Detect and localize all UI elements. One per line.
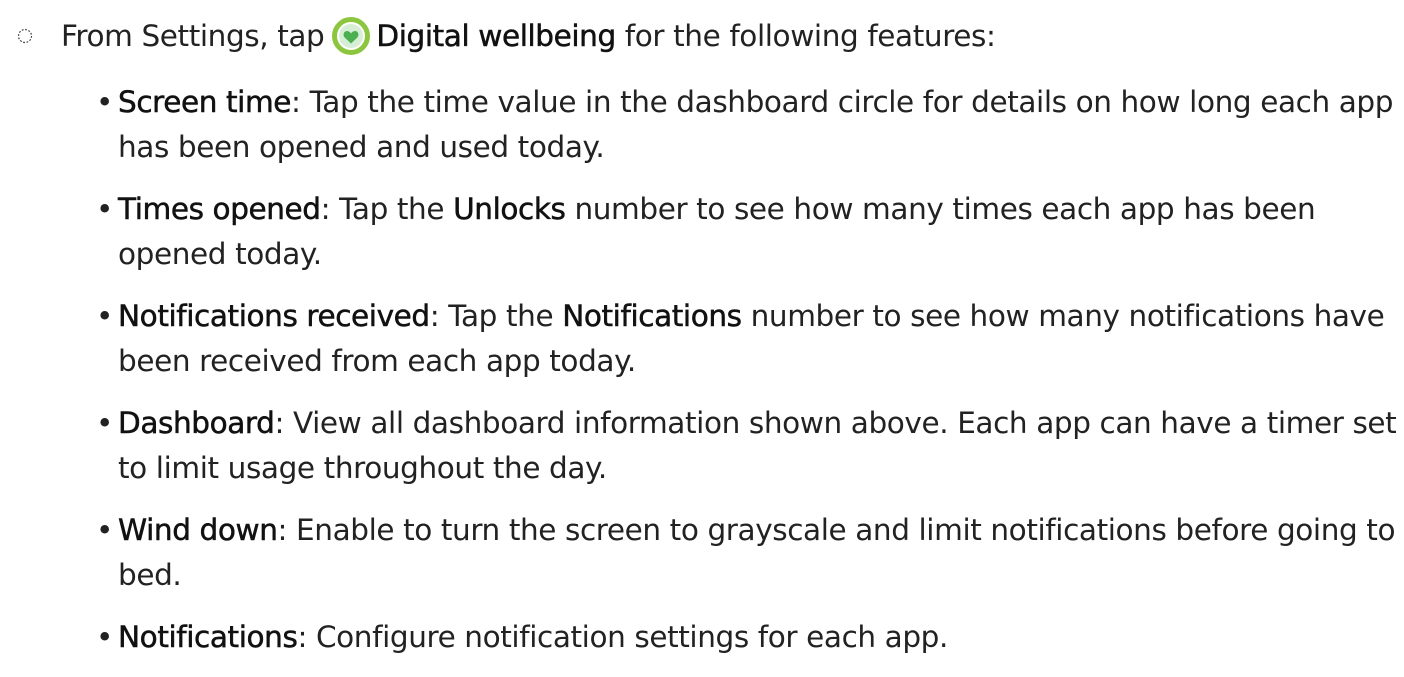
- document-page: From Settings, tap Digital wellbeing for…: [0, 0, 1404, 675]
- feature-term: Wind down: [118, 513, 278, 548]
- feature-term: Times opened: [118, 192, 322, 227]
- list-item-screen-time: • Screen time: Tap the time value in the …: [96, 80, 1398, 170]
- bullet-icon: •: [96, 299, 114, 333]
- feature-term: Notifications received: [118, 299, 431, 334]
- intro-app-name: Digital wellbeing: [376, 19, 616, 54]
- feature-description: : View all dashboard information shown a…: [118, 406, 1397, 485]
- feature-description-part: : Tap the: [429, 299, 563, 333]
- bullet-icon: •: [96, 85, 114, 119]
- intro-prefix: From Settings, tap: [61, 19, 325, 53]
- list-item-times-opened: • Times opened: Tap the Unlocks number to…: [96, 187, 1398, 277]
- unlocks-label: Unlocks: [453, 192, 566, 227]
- feature-list: • Screen time: Tap the time value in the …: [96, 80, 1398, 677]
- list-item-notifications-received: • Notifications received: Tap the Notific…: [96, 294, 1398, 384]
- digital-wellbeing-icon: [332, 17, 371, 55]
- intro-line: From Settings, tap Digital wellbeing for…: [14, 14, 996, 58]
- feature-term: Notifications: [118, 620, 298, 655]
- bullet-icon: •: [96, 513, 114, 547]
- bullet-icon: •: [96, 406, 114, 440]
- notifications-label: Notifications: [562, 299, 742, 334]
- bullet-icon: •: [96, 192, 114, 226]
- list-item-wind-down: • Wind down: Enable to turn the screen to…: [96, 508, 1398, 598]
- feature-description-part: : Tap the: [320, 192, 454, 226]
- intro-suffix: for the following features:: [624, 19, 996, 53]
- list-item-dashboard: • Dashboard: View all dashboard informati…: [96, 401, 1398, 491]
- feature-description: : Enable to turn the screen to grayscale…: [118, 513, 1396, 592]
- bullet-icon: •: [96, 620, 114, 654]
- feature-description: : Tap the time value in the dashboard ci…: [118, 85, 1394, 164]
- feature-term: Dashboard: [118, 406, 275, 441]
- feature-description: : Configure notification settings for ea…: [297, 620, 948, 654]
- list-item-notifications: • Notifications: Configure notification s…: [96, 615, 1398, 660]
- step-circle-icon: [17, 28, 33, 44]
- feature-term: Screen time: [118, 85, 292, 120]
